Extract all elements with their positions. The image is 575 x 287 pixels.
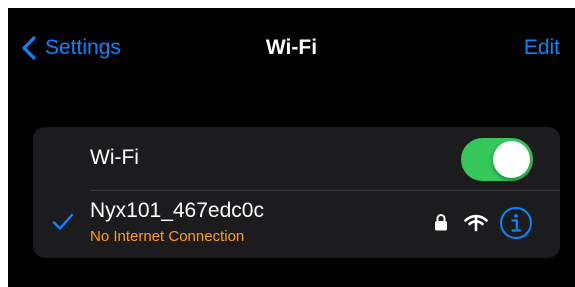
network-name: Nyx101_467edc0c [90, 199, 264, 222]
lock-icon [434, 213, 448, 231]
wifi-settings-card: Wi-Fi Nyx101_467edc0c No Internet Connec… [33, 127, 560, 258]
wifi-toggle-row: Wi-Fi [33, 127, 560, 190]
wifi-toggle-switch[interactable] [461, 138, 533, 181]
checkmark-icon [52, 213, 74, 231]
wifi-signal-icon [464, 214, 488, 232]
back-button[interactable]: Settings [22, 33, 121, 63]
toggle-knob [493, 141, 530, 178]
info-icon[interactable] [499, 206, 533, 240]
back-button-label: Settings [45, 36, 121, 59]
wifi-settings-screen: Settings Wi-Fi Edit Wi-Fi Nyx101_467edc0… [8, 8, 575, 287]
navigation-bar: Settings Wi-Fi Edit [8, 8, 575, 88]
wifi-toggle-label: Wi-Fi [90, 146, 139, 169]
chevron-left-icon [22, 36, 36, 60]
network-status: No Internet Connection [90, 228, 245, 245]
edit-button[interactable]: Edit [524, 33, 560, 63]
connected-network-row[interactable]: Nyx101_467edc0c No Internet Connection [33, 191, 560, 258]
